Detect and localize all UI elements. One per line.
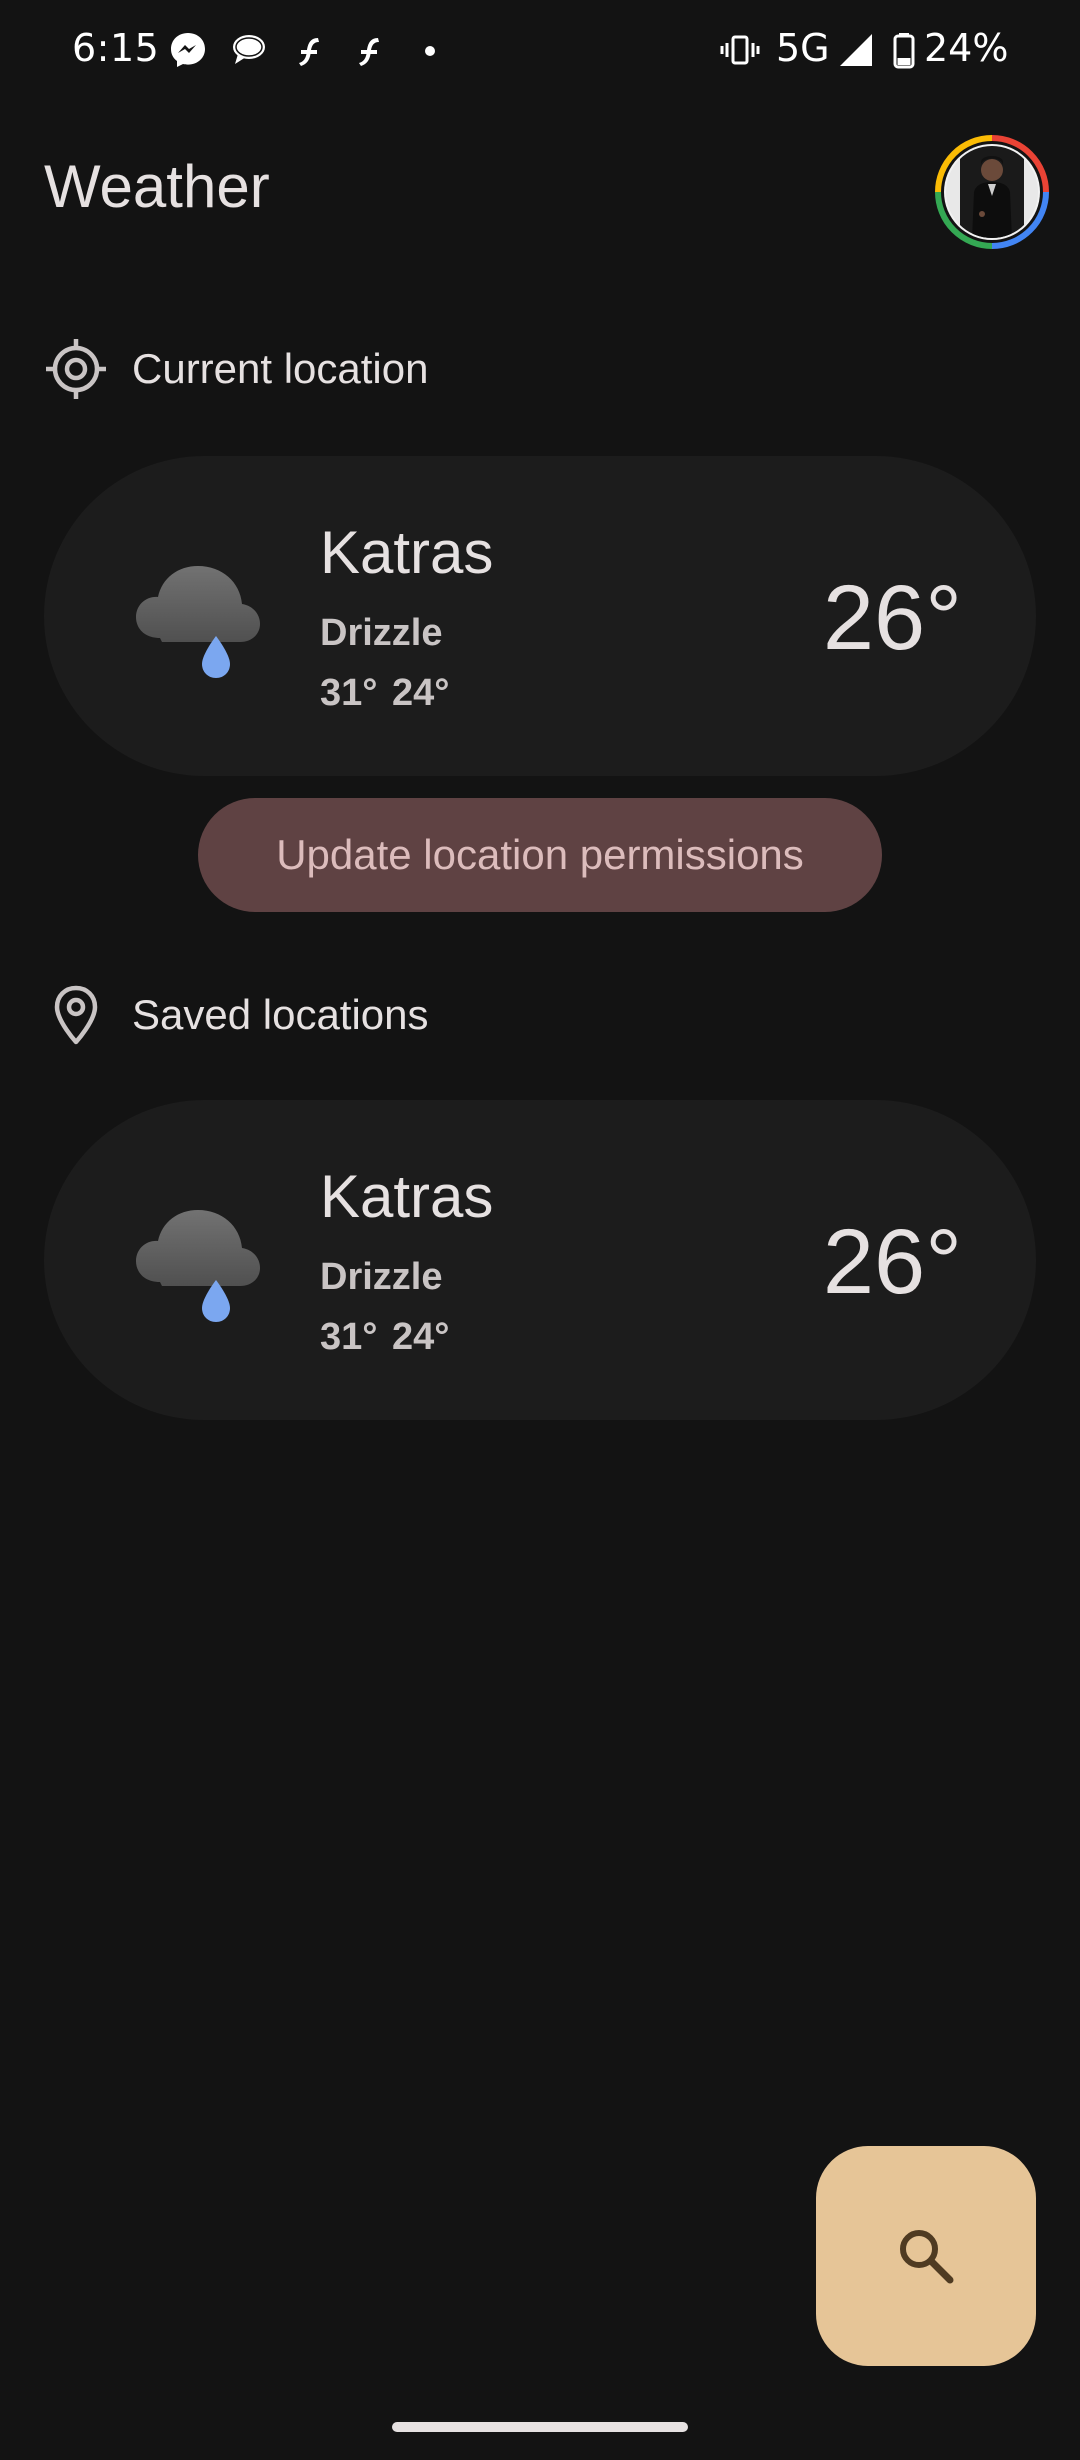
- update-location-permissions-button[interactable]: Update location permissions: [198, 798, 882, 912]
- network-type: 5G: [776, 26, 830, 70]
- chat-bubble-icon: [233, 35, 265, 64]
- saved-location-card[interactable]: Katras Drizzle 31° 24° 26°: [44, 1100, 1036, 1420]
- signal-icon: [840, 34, 872, 66]
- temperature-range: 31° 24°: [320, 1316, 450, 1358]
- drizzle-icon: [136, 566, 260, 678]
- battery-icon: [893, 33, 915, 69]
- status-time: 6:15: [72, 26, 160, 70]
- current-location-header: Current location: [44, 334, 428, 404]
- saved-locations-header: Saved locations: [44, 980, 429, 1050]
- search-button[interactable]: [816, 2146, 1036, 2366]
- location-pin-icon: [44, 983, 108, 1047]
- fork-app-icon: [359, 38, 379, 66]
- my-location-icon: [44, 337, 108, 401]
- saved-locations-label: Saved locations: [132, 991, 429, 1038]
- weather-condition: Drizzle: [320, 1256, 443, 1298]
- current-temperature: 26°: [822, 567, 962, 669]
- weather-condition: Drizzle: [320, 612, 443, 654]
- drizzle-icon: [136, 1210, 260, 1322]
- city-name: Katras: [320, 1163, 494, 1230]
- temperature-range: 31° 24°: [320, 672, 450, 714]
- page-title: Weather: [44, 153, 270, 220]
- fork-app-icon: [299, 38, 319, 66]
- account-avatar-button[interactable]: [934, 134, 1050, 250]
- notification-dot-icon: [425, 46, 435, 56]
- status-bar: 6:15 5G 24%: [0, 0, 1080, 100]
- avatar: [935, 135, 1049, 249]
- current-temperature: 26°: [822, 1211, 962, 1313]
- current-location-label: Current location: [132, 345, 429, 392]
- city-name: Katras: [320, 519, 494, 586]
- gesture-nav-handle[interactable]: [392, 2422, 688, 2432]
- messenger-icon: [171, 33, 205, 67]
- current-location-card[interactable]: Katras Drizzle 31° 24° 26°: [44, 456, 1036, 776]
- vibrate-icon: [720, 35, 760, 65]
- battery-percent: 24%: [924, 26, 1009, 70]
- search-icon: [900, 2230, 954, 2284]
